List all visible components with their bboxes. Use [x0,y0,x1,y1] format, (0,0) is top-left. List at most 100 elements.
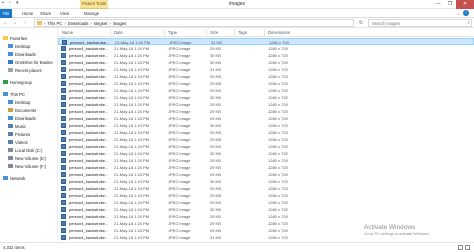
file-type: JPEG image [168,151,191,156]
sidebar-item[interactable]: Videos [8,138,28,146]
sidebar-item[interactable]: New Volume (F:) [8,162,46,170]
help-icon[interactable]: ? [463,10,469,16]
table-row[interactable]: person4_backstroke... 21-May-18 1:24 PM JP… [58,178,474,185]
tab-manage[interactable]: Manage [84,9,99,18]
quick-access-toolbar: ▪ ▫ ▾ [2,1,21,6]
expand-ribbon-icon[interactable]: ⌄ [456,9,460,18]
breadcrumb-stegset[interactable]: stegset [94,21,108,26]
file-type: JPEG image [168,165,191,170]
tab-view[interactable]: View [60,9,69,18]
sidebar-item[interactable]: Favorites [3,34,27,42]
file-type: JPEG image [168,88,191,93]
table-row[interactable]: person4_backstroke... 21-May-18 1:24 PM JP… [58,52,474,59]
address-bar[interactable]: › This PC › Downloads › stegset › images [34,19,354,27]
file-dimensions: 1280 x 720 [268,165,288,170]
table-row[interactable]: person4_backstroke... 21-May-18 1:24 PM JP… [58,38,474,45]
sidebar-item-label: Recent places [15,67,42,73]
sidebar-item[interactable]: New Volume (E:) [8,154,46,162]
file-date: 21-May-18 1:24 PM [114,109,150,114]
sidebar-item-label: Network [10,175,26,181]
search-icon[interactable]: ⌕ [467,20,470,25]
table-row[interactable]: person4_backstroke... 21-May-18 1:24 PM JP… [58,66,474,73]
sidebar-item[interactable]: Music [8,122,26,130]
sidebar-item[interactable]: Pictures [8,130,30,138]
table-row[interactable]: person4_backstroke... 21-May-18 1:24 PM JP… [58,101,474,108]
sidebar-item[interactable]: Recent places [8,66,42,74]
sidebar-item[interactable]: OneDrive for Busine [8,58,53,66]
column-header-tags[interactable]: Tags [238,28,247,37]
tab-file[interactable]: File [0,9,12,18]
back-button[interactable]: ← [3,19,8,27]
table-row[interactable]: person4_backstroke... 21-May-18 1:24 PM JP… [58,129,474,136]
sidebar-item[interactable]: Downloads [8,114,36,122]
folder-icon[interactable]: ▫ [9,1,14,6]
table-row[interactable]: person4_backstroke... 21-May-18 1:24 PM JP… [58,108,474,115]
breadcrumb-this-pc[interactable]: This PC [47,21,62,26]
table-row[interactable]: person4_backstroke... 21-May-18 1:24 PM JP… [58,59,474,66]
drive-icon [8,156,13,160]
save-icon[interactable]: ▪ [2,1,7,6]
up-button[interactable]: ↑ [24,19,27,27]
file-date: 21-May-18 1:24 PM [114,88,150,93]
column-header-dimensions[interactable]: Dimensions [268,28,290,37]
music-icon [8,124,13,128]
refresh-button[interactable]: ↻ [356,19,366,27]
column-header-size[interactable]: Size [210,28,218,37]
column-header-date[interactable]: Date [114,28,123,37]
table-row[interactable]: person4_backstroke... 21-May-18 1:24 PM JP… [58,206,474,213]
close-button[interactable]: ✕ [456,0,474,9]
sidebar-item[interactable]: Homegroup [3,78,32,86]
file-date: 21-May-18 1:24 PM [114,158,150,163]
jpeg-file-icon [61,102,66,107]
table-row[interactable]: person4_backstroke... 21-May-18 1:24 PM JP… [58,80,474,87]
breadcrumb-downloads[interactable]: Downloads [68,21,89,26]
table-row[interactable]: person4_backstroke... 21-May-18 1:24 PM JP… [58,171,474,178]
breadcrumb-images[interactable]: images [113,21,127,26]
table-row[interactable]: person4_backstroke... 21-May-18 1:24 PM JP… [58,150,474,157]
table-row[interactable]: person4_backstroke... 21-May-18 1:24 PM JP… [58,199,474,206]
search-input[interactable] [368,19,472,27]
jpeg-file-icon [61,158,66,163]
sidebar-item[interactable]: Desktop [8,98,30,106]
file-size: 29 KB [210,109,221,114]
file-size: 29 KB [210,116,221,121]
column-header-type[interactable]: Type [168,28,177,37]
table-row[interactable]: person4_backstroke... 21-May-18 1:24 PM JP… [58,157,474,164]
table-row[interactable]: person4_backstroke... 21-May-18 1:24 PM JP… [58,143,474,150]
table-row[interactable]: person4_backstroke... 21-May-18 1:24 PM JP… [58,87,474,94]
undo-icon[interactable]: ▾ [16,1,21,6]
sidebar-item[interactable]: Documents [8,106,36,114]
tab-home[interactable]: Home [22,9,33,18]
table-row[interactable]: person4_backstroke... 21-May-18 1:24 PM JP… [58,192,474,199]
column-header-name[interactable]: Name [62,28,73,37]
large-icons-view-icon[interactable] [465,245,470,250]
sidebar-item[interactable]: Local Disk (C:) [8,146,42,154]
file-dimensions: 1280 x 720 [268,179,288,184]
maximize-button[interactable]: ❐ [444,0,456,9]
file-size: 29 KB [210,130,221,135]
table-row[interactable]: person4_backstroke... 21-May-18 1:24 PM JP… [58,122,474,129]
window-controls: — ❐ ✕ [432,0,474,9]
table-row[interactable]: person4_backstroke... 21-May-18 1:24 PM JP… [58,136,474,143]
table-row[interactable]: person4_backstroke... 21-May-18 1:24 PM JP… [58,185,474,192]
file-date: 21-May-18 1:24 PM [114,95,150,100]
table-row[interactable]: person4_backstroke... 21-May-18 1:24 PM JP… [58,115,474,122]
tab-share[interactable]: Share [40,9,51,18]
sidebar-item[interactable]: Network [3,174,25,182]
table-row[interactable]: person4_backstroke... 21-May-18 1:24 PM JP… [58,94,474,101]
navigation-pane: Favorites Desktop Downloads OneDrive for Bu… [0,28,58,242]
file-type: JPEG image [168,200,191,205]
table-row[interactable]: person4_backstroke... 21-May-18 1:24 PM JP… [58,213,474,220]
sidebar-item[interactable]: Downloads [8,50,36,58]
file-type: JPEG image [168,116,191,121]
minimize-button[interactable]: — [432,0,444,9]
table-row[interactable]: person4_backstroke... 21-May-18 1:24 PM JP… [58,73,474,80]
forward-button[interactable]: → [12,19,17,27]
details-view-icon[interactable] [458,245,463,250]
file-size: 29 KB [210,165,221,170]
sidebar-item[interactable]: Desktop [8,42,30,50]
file-size: 29 KB [210,186,221,191]
sidebar-item[interactable]: This PC [3,90,25,98]
table-row[interactable]: person4_backstroke... 21-May-18 1:24 PM JP… [58,45,474,52]
table-row[interactable]: person4_backstroke... 21-May-18 1:24 PM JP… [58,164,474,171]
